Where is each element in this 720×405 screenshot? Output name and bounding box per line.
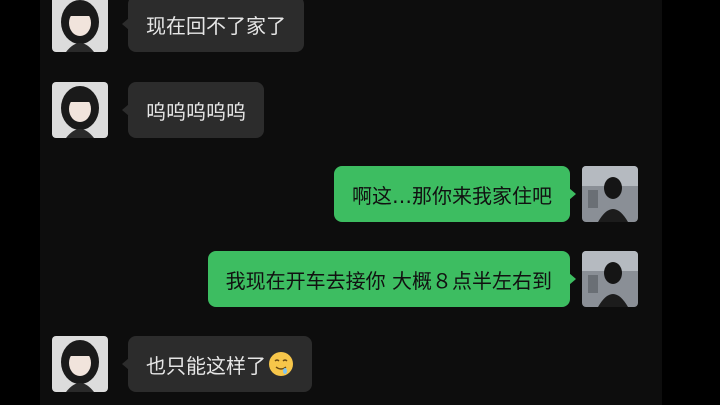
chat-screen: 现在回不了家了 呜呜呜呜呜 啊这…那你来我家住吧 我现在开车去接你 大概８点半左… [0,0,720,405]
contact-avatar[interactable] [52,82,108,138]
user-avatar[interactable] [582,166,638,222]
contact-avatar[interactable] [52,336,108,392]
message-text: 啊这…那你来我家住吧 [352,183,552,208]
chat-message-list[interactable]: 现在回不了家了 呜呜呜呜呜 啊这…那你来我家住吧 我现在开车去接你 大概８点半左… [40,0,662,405]
message-bubble-sent[interactable]: 我现在开车去接你 大概８点半左右到 [207,251,577,307]
drooling-face-icon [268,351,294,377]
message-bubble-received[interactable]: 也只能这样了 [122,336,312,392]
message-text: 也只能这样了 [146,353,266,378]
message-bubble-received[interactable]: 呜呜呜呜呜 [122,82,264,138]
message-text: 呜呜呜呜呜 [146,99,246,124]
message-bubble-received[interactable]: 现在回不了家了 [122,0,304,52]
message-bubble-sent[interactable]: 啊这…那你来我家住吧 [334,166,576,222]
message-text: 我现在开车去接你 大概８点半左右到 [225,268,552,293]
message-text: 现在回不了家了 [146,13,286,38]
contact-avatar[interactable] [52,0,108,52]
user-avatar[interactable] [582,251,638,307]
